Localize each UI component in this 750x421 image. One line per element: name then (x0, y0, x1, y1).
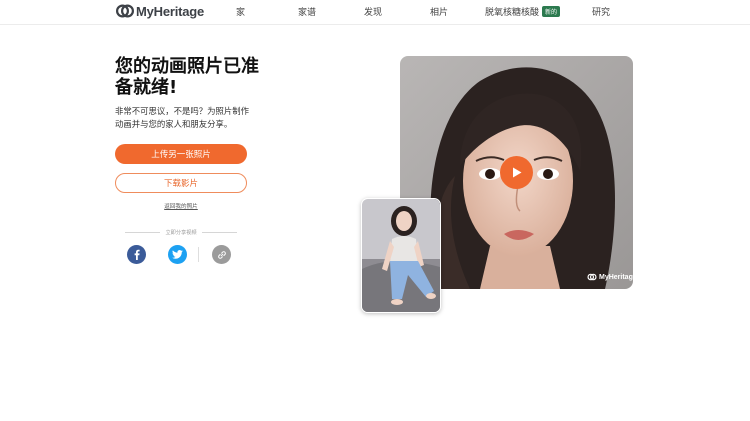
facebook-icon (134, 249, 140, 260)
original-photo-thumbnail[interactable] (361, 198, 441, 313)
original-photo-image (362, 199, 440, 312)
facebook-share-button[interactable] (127, 245, 146, 264)
copy-link-button[interactable] (212, 245, 231, 264)
myheritage-logo-icon (116, 4, 134, 18)
nav-item-research[interactable]: 研究 (592, 5, 610, 18)
nav-item-dna[interactable]: 脱氧核糖核酸 新的 (485, 5, 561, 18)
nav-item-family-tree[interactable]: 家谱 (298, 5, 316, 18)
link-icon (217, 250, 226, 259)
share-label: 立即分享视频 (165, 229, 197, 236)
top-navigation-bar: MyHeritage 家 家谱 发现 相片 脱氧核糖核酸 新的 研究 (0, 0, 750, 25)
share-separator (198, 247, 199, 262)
video-watermark: MyHeritage (587, 273, 637, 281)
upload-another-photo-button[interactable]: 上传另一张照片 (115, 144, 247, 164)
nav-item-dna-label: 脱氧核糖核酸 (485, 8, 540, 18)
back-to-my-photos-link[interactable]: 返回我的照片 (115, 202, 247, 210)
twitter-share-button[interactable] (168, 245, 187, 264)
new-badge: 新的 (542, 6, 561, 17)
divider-line-left (125, 231, 161, 233)
myheritage-watermark-icon (587, 273, 597, 281)
share-divider: 立即分享视频 (125, 227, 238, 237)
play-button[interactable] (500, 156, 533, 189)
page-title: 您的动画照片已准备就绪! (115, 56, 259, 98)
play-icon (512, 167, 521, 178)
nav-item-home[interactable]: 家 (236, 5, 245, 18)
nav-item-photos[interactable]: 相片 (430, 5, 448, 18)
twitter-icon (172, 250, 183, 259)
watermark-text: MyHeritage (599, 273, 637, 281)
page-description: 非常不可思议，不是吗？为照片制作动画并与您的家人和朋友分享。 (115, 106, 249, 129)
brand-name: MyHeritage (136, 3, 205, 19)
nav-item-discover[interactable]: 发现 (364, 5, 382, 18)
divider-line-right (201, 231, 238, 233)
download-video-button[interactable]: 下载影片 (115, 173, 247, 193)
myheritage-logo[interactable]: MyHeritage (116, 3, 204, 19)
